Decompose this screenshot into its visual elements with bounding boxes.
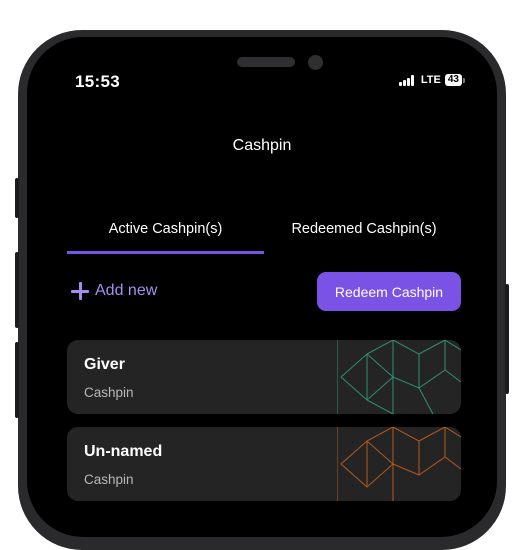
page-title: Cashpin <box>232 137 292 154</box>
cashpin-card[interactable]: Un-named Cashpin <box>67 427 461 501</box>
cashpin-card[interactable]: Giver Cashpin <box>67 340 461 414</box>
app-screen: 15:53 LTE 43 Cashpin Active Cashpin(s) R… <box>27 37 497 537</box>
battery-icon: 43 <box>444 74 462 86</box>
signal-icon <box>399 74 414 86</box>
redeem-cashpin-button[interactable]: Redeem Cashpin <box>317 272 461 311</box>
power-button <box>505 284 509 394</box>
card-name: Un-named <box>84 443 163 460</box>
volume-down-button <box>15 342 19 418</box>
battery-nub <box>463 77 465 83</box>
side-button <box>15 178 19 218</box>
add-new-button[interactable]: Add new <box>71 282 157 300</box>
card-subtitle: Cashpin <box>84 472 134 487</box>
card-subtitle: Cashpin <box>84 385 134 400</box>
earpiece-speaker <box>237 57 295 67</box>
status-indicators: LTE 43 <box>399 74 465 86</box>
tab-active-cashpins[interactable]: Active Cashpin(s) <box>67 221 264 237</box>
active-tab-indicator <box>67 251 264 254</box>
front-camera <box>308 55 323 70</box>
network-label: LTE <box>420 74 441 86</box>
tab-redeemed-cashpins[interactable]: Redeemed Cashpin(s) <box>264 221 464 237</box>
plus-icon <box>71 282 89 300</box>
card-name: Giver <box>84 356 125 373</box>
isometric-cube-pattern-icon <box>337 340 461 414</box>
isometric-cube-pattern-icon <box>337 427 461 501</box>
add-new-label: Add new <box>95 282 158 299</box>
status-time: 15:53 <box>75 72 120 91</box>
volume-up-button <box>15 252 19 328</box>
